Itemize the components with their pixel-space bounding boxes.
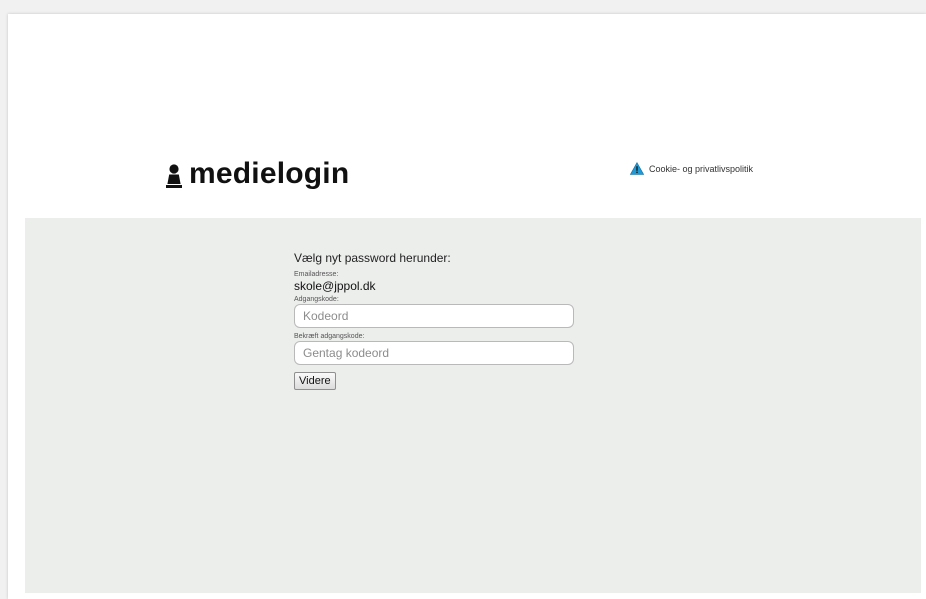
email-label: Emailadresse: (294, 271, 339, 278)
confirm-password-label: Bekræft adgangskode: (294, 333, 365, 340)
privacy-policy-link[interactable]: Cookie- og privatlivspolitik (630, 162, 753, 175)
password-input[interactable] (294, 304, 574, 328)
confirm-password-input[interactable] (294, 341, 574, 365)
form-title: Vælg nyt password herunder: (294, 251, 451, 265)
continue-button[interactable]: Videre (294, 372, 336, 390)
password-label: Adgangskode: (294, 296, 339, 303)
medielogin-logo: medielogin (166, 156, 349, 192)
content-area: Vælg nyt password herunder: Emailadresse… (25, 218, 921, 593)
person-icon (166, 163, 182, 188)
email-value: skole@jppol.dk (294, 279, 376, 293)
logo-text: medielogin (189, 157, 350, 190)
reset-password-form: Vælg nyt password herunder: Emailadresse… (294, 251, 584, 390)
warning-icon (630, 162, 644, 175)
site-header: medielogin Cookie- og privatlivspolitik (8, 14, 926, 218)
privacy-link-label: Cookie- og privatlivspolitik (649, 163, 754, 174)
page-frame: medielogin Cookie- og privatlivspolitik … (8, 14, 926, 599)
